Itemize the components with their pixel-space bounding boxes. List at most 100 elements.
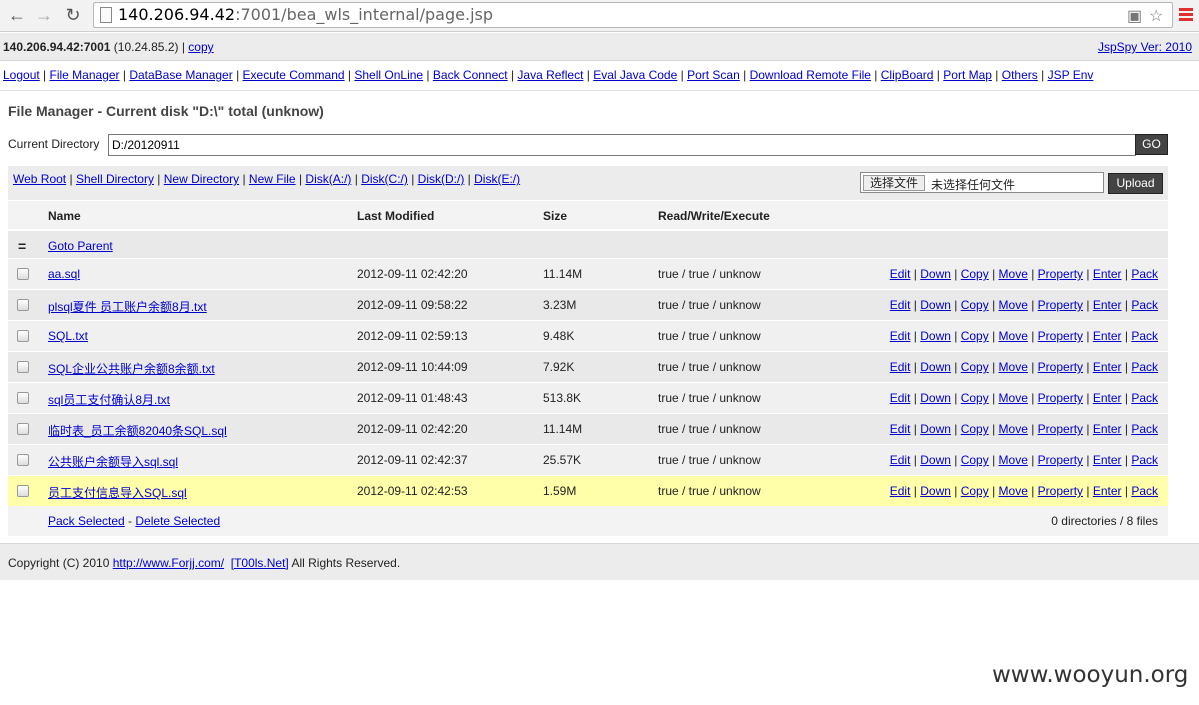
upload-button[interactable]: Upload [1108, 173, 1163, 194]
row-checkbox[interactable] [17, 392, 29, 404]
nav-database-manager[interactable]: DataBase Manager [129, 68, 232, 82]
move-link[interactable]: Move [999, 360, 1028, 374]
property-link[interactable]: Property [1038, 267, 1083, 281]
file-name-link[interactable]: SQL.txt [48, 329, 88, 343]
move-link[interactable]: Move [999, 453, 1028, 467]
file-name-link[interactable]: 员工支付信息导入SQL.sql [48, 484, 187, 501]
pack-selected-link[interactable]: Pack Selected [48, 514, 125, 528]
nav-execute-command[interactable]: Execute Command [243, 68, 345, 82]
nav-port-map[interactable]: Port Map [943, 68, 992, 82]
edit-link[interactable]: Edit [890, 484, 911, 498]
enter-link[interactable]: Enter [1093, 267, 1122, 281]
property-link[interactable]: Property [1038, 360, 1083, 374]
nav-eval-java-code[interactable]: Eval Java Code [593, 68, 677, 82]
nav-logout[interactable]: Logout [3, 68, 40, 82]
edit-link[interactable]: Edit [890, 329, 911, 343]
choose-file-button[interactable]: 选择文件 [863, 175, 926, 191]
row-checkbox[interactable] [17, 485, 29, 497]
row-checkbox[interactable] [17, 268, 29, 280]
file-name-link[interactable]: 临时表_员工余额82040条SQL.sql [48, 422, 227, 439]
move-link[interactable]: Move [999, 298, 1028, 312]
down-link[interactable]: Down [920, 360, 951, 374]
pack-link[interactable]: Pack [1131, 453, 1158, 467]
down-link[interactable]: Down [920, 422, 951, 436]
nav-others[interactable]: Others [1002, 68, 1038, 82]
current-directory-input[interactable] [108, 134, 1136, 156]
edit-link[interactable]: Edit [890, 422, 911, 436]
file-name-link[interactable]: aa.sql [48, 267, 80, 281]
down-link[interactable]: Down [920, 267, 951, 281]
new-directory-link[interactable]: New Directory [164, 172, 239, 186]
move-link[interactable]: Move [999, 484, 1028, 498]
down-link[interactable]: Down [920, 391, 951, 405]
go-button[interactable]: GO [1135, 134, 1168, 155]
row-checkbox[interactable] [17, 423, 29, 435]
site-link[interactable]: http://www.Forjj.com/ [113, 556, 224, 570]
copy-link[interactable]: Copy [961, 360, 989, 374]
nav-download-remote-file[interactable]: Download Remote File [750, 68, 871, 82]
edit-link[interactable]: Edit [890, 298, 911, 312]
pack-link[interactable]: Pack [1131, 298, 1158, 312]
file-name-link[interactable]: sql员工支付确认8月.txt [48, 391, 170, 408]
down-link[interactable]: Down [920, 298, 951, 312]
move-link[interactable]: Move [999, 267, 1028, 281]
property-link[interactable]: Property [1038, 484, 1083, 498]
pack-link[interactable]: Pack [1131, 484, 1158, 498]
enter-link[interactable]: Enter [1093, 422, 1122, 436]
nav-port-scan[interactable]: Port Scan [687, 68, 740, 82]
shell-directory-link[interactable]: Shell Directory [76, 172, 154, 186]
delete-selected-link[interactable]: Delete Selected [135, 514, 220, 528]
enter-link[interactable]: Enter [1093, 329, 1122, 343]
enter-link[interactable]: Enter [1093, 453, 1122, 467]
property-link[interactable]: Property [1038, 422, 1083, 436]
disk-e-link[interactable]: Disk(E:/) [474, 172, 520, 186]
file-name-link[interactable]: plsql夏件 员工账户余额8月.txt [48, 298, 207, 315]
down-link[interactable]: Down [920, 453, 951, 467]
web-root-link[interactable]: Web Root [13, 172, 66, 186]
reload-icon[interactable]: ↻ [62, 4, 84, 26]
nav-clipboard[interactable]: ClipBoard [881, 68, 934, 82]
pack-link[interactable]: Pack [1131, 360, 1158, 374]
bookmark-star-icon[interactable]: ☆ [1149, 6, 1163, 26]
nav-file-manager[interactable]: File Manager [50, 68, 120, 82]
back-icon[interactable]: ← [6, 4, 28, 26]
pack-link[interactable]: Pack [1131, 267, 1158, 281]
copy-link[interactable]: Copy [961, 267, 989, 281]
row-checkbox[interactable] [17, 454, 29, 466]
address-bar[interactable]: 140.206.94.42:7001/bea_wls_internal/page… [93, 2, 1173, 28]
browser-menu-icon[interactable] [1179, 8, 1193, 22]
enter-link[interactable]: Enter [1093, 391, 1122, 405]
translate-icon[interactable]: ▣ [1127, 6, 1142, 26]
copy-link[interactable]: Copy [961, 298, 989, 312]
edit-link[interactable]: Edit [890, 267, 911, 281]
nav-back-connect[interactable]: Back Connect [433, 68, 508, 82]
edit-link[interactable]: Edit [890, 391, 911, 405]
property-link[interactable]: Property [1038, 298, 1083, 312]
pack-link[interactable]: Pack [1131, 391, 1158, 405]
disk-a-link[interactable]: Disk(A:/) [305, 172, 351, 186]
row-checkbox[interactable] [17, 299, 29, 311]
row-checkbox[interactable] [17, 361, 29, 373]
enter-link[interactable]: Enter [1093, 298, 1122, 312]
down-link[interactable]: Down [920, 329, 951, 343]
disk-c-link[interactable]: Disk(C:/) [361, 172, 408, 186]
enter-link[interactable]: Enter [1093, 360, 1122, 374]
file-upload-field[interactable]: 选择文件 未选择任何文件 [860, 172, 1104, 193]
move-link[interactable]: Move [999, 391, 1028, 405]
pack-link[interactable]: Pack [1131, 422, 1158, 436]
disk-d-link[interactable]: Disk(D:/) [418, 172, 465, 186]
tools-link[interactable]: [T00ls.Net] [231, 556, 289, 570]
copy-link[interactable]: Copy [961, 329, 989, 343]
edit-link[interactable]: Edit [890, 453, 911, 467]
nav-shell-online[interactable]: Shell OnLine [354, 68, 423, 82]
copy-link[interactable]: Copy [961, 453, 989, 467]
forward-icon[interactable]: → [33, 4, 55, 26]
copy-link[interactable]: copy [188, 40, 213, 54]
copy-link[interactable]: Copy [961, 391, 989, 405]
goto-parent-link[interactable]: Goto Parent [48, 239, 113, 253]
file-name-link[interactable]: 公共账户余额导入sql.sql [48, 453, 178, 470]
nav-jsp-env[interactable]: JSP Env [1048, 68, 1094, 82]
move-link[interactable]: Move [999, 329, 1028, 343]
pack-link[interactable]: Pack [1131, 329, 1158, 343]
property-link[interactable]: Property [1038, 453, 1083, 467]
